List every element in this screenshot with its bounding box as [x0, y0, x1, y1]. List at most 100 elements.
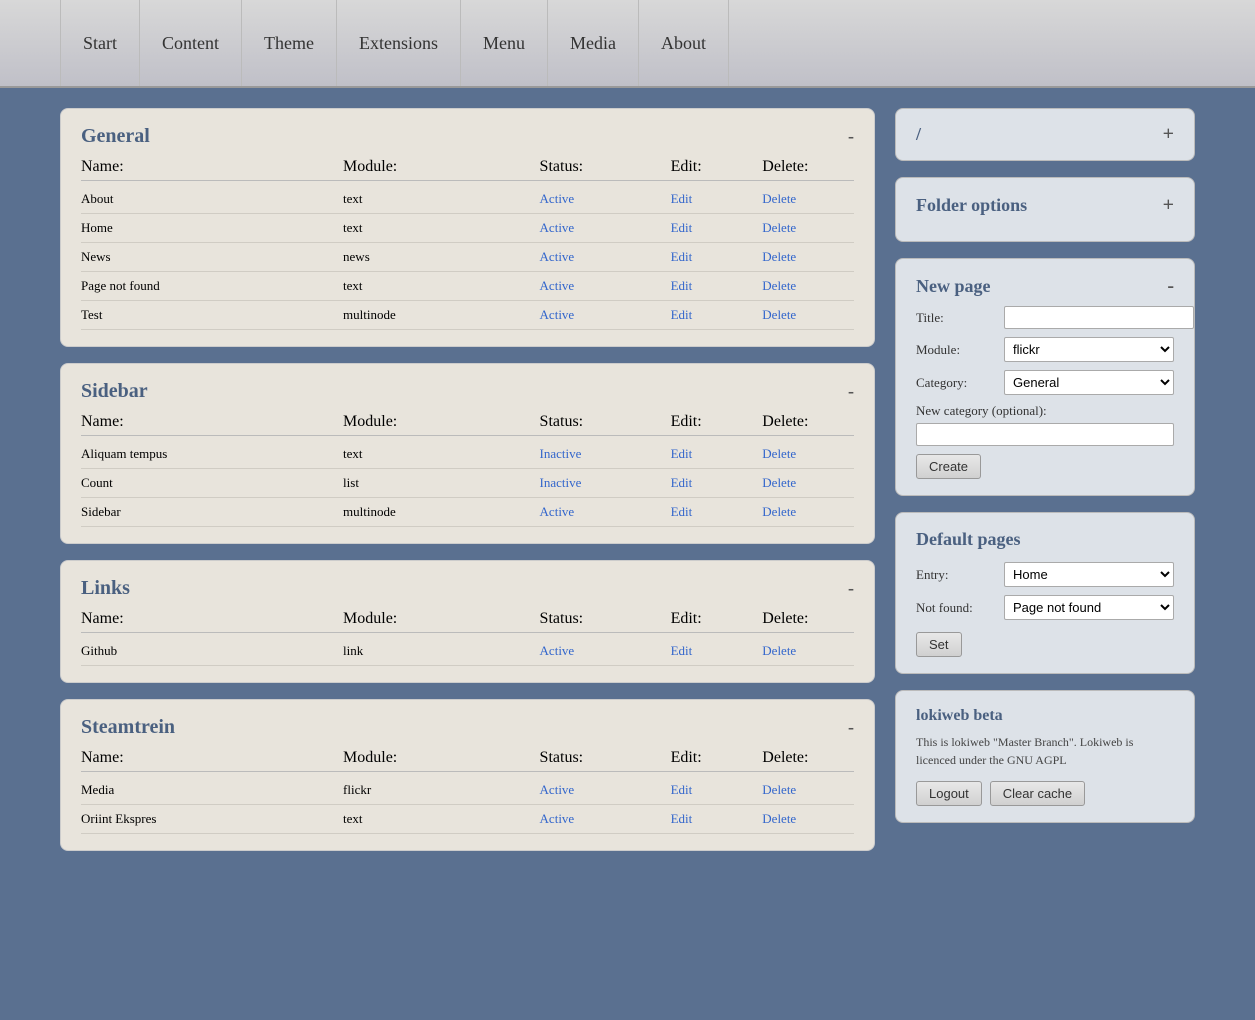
entry-row: Entry: HomeAboutNewsPage not foundTest [916, 562, 1174, 587]
row-delete-link[interactable]: Delete [762, 504, 854, 520]
not-found-label: Not found: [916, 600, 996, 616]
category-label: Category: [916, 375, 996, 391]
row-status: Inactive [540, 475, 671, 491]
logout-button[interactable]: Logout [916, 781, 982, 806]
general-panel: General - Name: Module: Status: Edit: De… [60, 108, 875, 347]
row-module: text [343, 191, 540, 207]
path-panel: / + [895, 108, 1195, 161]
nav-extensions[interactable]: Extensions [337, 0, 461, 86]
table-row: SidebarmultinodeActiveEditDelete [81, 498, 854, 527]
col-edit: Edit: [671, 749, 763, 767]
sidebar-title: Sidebar [81, 380, 148, 403]
col-delete: Delete: [762, 610, 854, 628]
nav-media[interactable]: Media [548, 0, 639, 86]
row-name: News [81, 249, 343, 265]
create-button[interactable]: Create [916, 454, 981, 479]
set-button[interactable]: Set [916, 632, 962, 657]
row-edit-link[interactable]: Edit [671, 220, 763, 236]
row-module: flickr [343, 782, 540, 798]
row-delete-link[interactable]: Delete [762, 278, 854, 294]
row-status: Active [540, 278, 671, 294]
sidebar-toggle[interactable]: - [848, 381, 854, 402]
new-page-title: New page [916, 276, 991, 297]
row-edit-link[interactable]: Edit [671, 643, 763, 659]
row-edit-link[interactable]: Edit [671, 307, 763, 323]
new-page-toggle[interactable]: - [1167, 275, 1174, 298]
col-delete: Delete: [762, 749, 854, 767]
folder-options-toggle[interactable]: + [1163, 194, 1174, 217]
nav-content[interactable]: Content [140, 0, 242, 86]
table-row: NewsnewsActiveEditDelete [81, 243, 854, 272]
row-edit-link[interactable]: Edit [671, 475, 763, 491]
table-row: MediaflickrActiveEditDelete [81, 776, 854, 805]
row-edit-link[interactable]: Edit [671, 446, 763, 462]
row-module: multinode [343, 307, 540, 323]
col-status: Status: [540, 413, 671, 431]
path-label: / [916, 124, 921, 145]
right-column: / + Folder options + New page - Title: M… [895, 108, 1195, 851]
col-module: Module: [343, 158, 540, 176]
row-edit-link[interactable]: Edit [671, 278, 763, 294]
row-status: Active [540, 811, 671, 827]
links-title: Links [81, 577, 130, 600]
col-edit: Edit: [671, 610, 763, 628]
table-row: GithublinkActiveEditDelete [81, 637, 854, 666]
row-delete-link[interactable]: Delete [762, 475, 854, 491]
links-toggle[interactable]: - [848, 578, 854, 599]
nav-start[interactable]: Start [60, 0, 140, 86]
row-name: Media [81, 782, 343, 798]
table-row: Page not foundtextActiveEditDelete [81, 272, 854, 301]
row-edit-link[interactable]: Edit [671, 191, 763, 207]
steamtrein-toggle[interactable]: - [848, 717, 854, 738]
row-status: Active [540, 191, 671, 207]
row-delete-link[interactable]: Delete [762, 191, 854, 207]
path-toggle[interactable]: + [1163, 123, 1174, 146]
row-edit-link[interactable]: Edit [671, 811, 763, 827]
row-name: Home [81, 220, 343, 236]
row-delete-link[interactable]: Delete [762, 643, 854, 659]
col-name: Name: [81, 413, 343, 431]
row-edit-link[interactable]: Edit [671, 782, 763, 798]
row-delete-link[interactable]: Delete [762, 782, 854, 798]
title-input[interactable] [1004, 306, 1194, 329]
left-column: General - Name: Module: Status: Edit: De… [60, 108, 875, 851]
new-page-panel: New page - Title: Module: flickrtextnews… [895, 258, 1195, 496]
row-delete-link[interactable]: Delete [762, 307, 854, 323]
row-status: Active [540, 249, 671, 265]
row-status: Inactive [540, 446, 671, 462]
folder-options-panel: Folder options + [895, 177, 1195, 242]
not-found-select[interactable]: Page not foundHomeAboutNewsTest [1004, 595, 1174, 620]
category-select[interactable]: General [1004, 370, 1174, 395]
row-module: news [343, 249, 540, 265]
row-edit-link[interactable]: Edit [671, 504, 763, 520]
row-delete-link[interactable]: Delete [762, 446, 854, 462]
steamtrein-title: Steamtrein [81, 716, 175, 739]
general-toggle[interactable]: - [848, 126, 854, 147]
module-select[interactable]: flickrtextnewslistlinkmultinode [1004, 337, 1174, 362]
entry-select[interactable]: HomeAboutNewsPage not foundTest [1004, 562, 1174, 587]
sidebar-col-headers: Name: Module: Status: Edit: Delete: [81, 413, 854, 436]
col-name: Name: [81, 610, 343, 628]
entry-label: Entry: [916, 567, 996, 583]
lokiweb-panel: lokiweb beta This is lokiweb "Master Bra… [895, 690, 1195, 823]
nav-theme[interactable]: Theme [242, 0, 337, 86]
nav-about[interactable]: About [639, 0, 729, 86]
links-rows: GithublinkActiveEditDelete [81, 637, 854, 666]
row-edit-link[interactable]: Edit [671, 249, 763, 265]
folder-options-title: Folder options [916, 195, 1027, 216]
nav-menu[interactable]: Menu [461, 0, 548, 86]
not-found-row: Not found: Page not foundHomeAboutNewsTe… [916, 595, 1174, 620]
col-delete: Delete: [762, 158, 854, 176]
new-category-input[interactable] [916, 423, 1174, 446]
row-delete-link[interactable]: Delete [762, 811, 854, 827]
col-module: Module: [343, 413, 540, 431]
row-name: Count [81, 475, 343, 491]
col-status: Status: [540, 610, 671, 628]
steamtrein-rows: MediaflickrActiveEditDeleteOriint Ekspre… [81, 776, 854, 834]
table-row: TestmultinodeActiveEditDelete [81, 301, 854, 330]
table-row: AbouttextActiveEditDelete [81, 185, 854, 214]
row-module: text [343, 811, 540, 827]
row-delete-link[interactable]: Delete [762, 220, 854, 236]
clear-cache-button[interactable]: Clear cache [990, 781, 1085, 806]
row-delete-link[interactable]: Delete [762, 249, 854, 265]
